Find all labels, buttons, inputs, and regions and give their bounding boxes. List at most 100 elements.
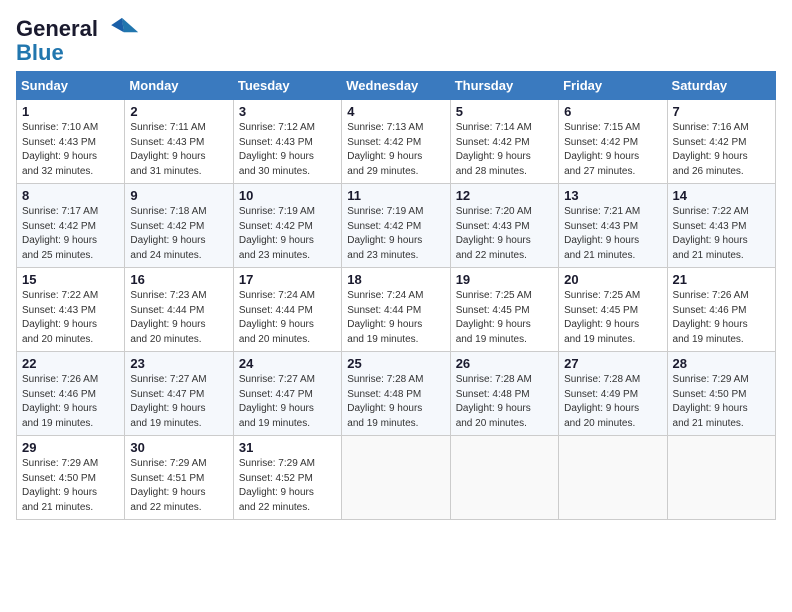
day-number: 10 <box>239 188 336 203</box>
calendar-table: SundayMondayTuesdayWednesdayThursdayFrid… <box>16 71 776 520</box>
calendar-cell: 13 Sunrise: 7:21 AM Sunset: 4:43 PM Dayli… <box>559 184 667 268</box>
day-info: Sunrise: 7:13 AM Sunset: 4:42 PM Dayligh… <box>347 121 444 179</box>
calendar-cell: 15Sunrise: 7:22 AM Sunset: 4:43 PM Dayli… <box>17 268 125 352</box>
week-row-1: 1Sunrise: 7:10 AM Sunset: 4:43 PM Daylig… <box>17 100 776 184</box>
day-number: 24 <box>239 356 336 371</box>
day-number: 12 <box>456 188 553 203</box>
day-number: 29 <box>22 440 119 455</box>
day-number: 13 <box>564 188 661 203</box>
calendar-cell <box>450 436 558 520</box>
day-info: Sunrise: 7:27 AM Sunset: 4:47 PM Dayligh… <box>239 373 336 431</box>
calendar-cell: 28 Sunrise: 7:29 AM Sunset: 4:50 PM Dayli… <box>667 352 775 436</box>
calendar-cell: 22 Sunrise: 7:26 AM Sunset: 4:46 PM Dayli… <box>17 352 125 436</box>
day-info: Sunrise: 7:20 AM Sunset: 4:43 PM Dayligh… <box>456 205 553 263</box>
day-info: Sunrise: 7:19 AM Sunset: 4:42 PM Dayligh… <box>347 205 444 263</box>
day-info: Sunrise: 7:24 AM Sunset: 4:44 PM Dayligh… <box>347 289 444 347</box>
day-info: Sunrise: 7:25 AM Sunset: 4:45 PM Dayligh… <box>564 289 661 347</box>
calendar-cell: 27 Sunrise: 7:28 AM Sunset: 4:49 PM Dayli… <box>559 352 667 436</box>
day-number: 14 <box>673 188 770 203</box>
day-info: Sunrise: 7:15 AM Sunset: 4:42 PM Dayligh… <box>564 121 661 179</box>
week-row-5: 29 Sunrise: 7:29 AM Sunset: 4:50 PM Dayli… <box>17 436 776 520</box>
calendar-cell: 21 Sunrise: 7:26 AM Sunset: 4:46 PM Dayli… <box>667 268 775 352</box>
day-info: Sunrise: 7:23 AM Sunset: 4:44 PM Dayligh… <box>130 289 227 347</box>
day-info: Sunrise: 7:24 AM Sunset: 4:44 PM Dayligh… <box>239 289 336 347</box>
day-info: Sunrise: 7:28 AM Sunset: 4:48 PM Dayligh… <box>347 373 444 431</box>
calendar-cell: 25 Sunrise: 7:28 AM Sunset: 4:48 PM Dayli… <box>342 352 450 436</box>
day-info: Sunrise: 7:12 AM Sunset: 4:43 PM Dayligh… <box>239 121 336 179</box>
day-info: Sunrise: 7:26 AM Sunset: 4:46 PM Dayligh… <box>673 289 770 347</box>
day-info: Sunrise: 7:11 AM Sunset: 4:43 PM Dayligh… <box>130 121 227 179</box>
day-number: 19 <box>456 272 553 287</box>
day-info: Sunrise: 7:19 AM Sunset: 4:42 PM Dayligh… <box>239 205 336 263</box>
logo: General Blue <box>16 16 140 65</box>
calendar-cell: 23Sunrise: 7:27 AM Sunset: 4:47 PM Dayli… <box>125 352 233 436</box>
logo-text: General <box>16 16 140 41</box>
day-info: Sunrise: 7:21 AM Sunset: 4:43 PM Dayligh… <box>564 205 661 263</box>
calendar-cell: 7Sunrise: 7:16 AM Sunset: 4:42 PM Daylig… <box>667 100 775 184</box>
calendar-cell: 26 Sunrise: 7:28 AM Sunset: 4:48 PM Dayli… <box>450 352 558 436</box>
day-info: Sunrise: 7:29 AM Sunset: 4:50 PM Dayligh… <box>673 373 770 431</box>
calendar-cell: 4 Sunrise: 7:13 AM Sunset: 4:42 PM Daylig… <box>342 100 450 184</box>
logo-general: General <box>16 16 98 41</box>
day-info: Sunrise: 7:25 AM Sunset: 4:45 PM Dayligh… <box>456 289 553 347</box>
page-header: General Blue <box>16 16 776 65</box>
calendar-cell: 17 Sunrise: 7:24 AM Sunset: 4:44 PM Dayli… <box>233 268 341 352</box>
day-number: 2 <box>130 104 227 119</box>
day-number: 26 <box>456 356 553 371</box>
day-number: 4 <box>347 104 444 119</box>
day-number: 18 <box>347 272 444 287</box>
calendar-cell <box>559 436 667 520</box>
calendar-cell: 8 Sunrise: 7:17 AM Sunset: 4:42 PM Daylig… <box>17 184 125 268</box>
day-number: 15 <box>22 272 119 287</box>
day-number: 16 <box>130 272 227 287</box>
day-number: 20 <box>564 272 661 287</box>
day-number: 5 <box>456 104 553 119</box>
day-info: Sunrise: 7:29 AM Sunset: 4:51 PM Dayligh… <box>130 457 227 515</box>
day-number: 8 <box>22 188 119 203</box>
day-number: 30 <box>130 440 227 455</box>
calendar-cell: 31Sunrise: 7:29 AM Sunset: 4:52 PM Dayli… <box>233 436 341 520</box>
day-info: Sunrise: 7:10 AM Sunset: 4:43 PM Dayligh… <box>22 121 119 179</box>
header-monday: Monday <box>125 72 233 100</box>
day-number: 28 <box>673 356 770 371</box>
day-number: 22 <box>22 356 119 371</box>
calendar-cell: 14 Sunrise: 7:22 AM Sunset: 4:43 PM Dayli… <box>667 184 775 268</box>
header-thursday: Thursday <box>450 72 558 100</box>
day-number: 9 <box>130 188 227 203</box>
day-info: Sunrise: 7:18 AM Sunset: 4:42 PM Dayligh… <box>130 205 227 263</box>
logo-blue: Blue <box>16 41 64 65</box>
day-info: Sunrise: 7:26 AM Sunset: 4:46 PM Dayligh… <box>22 373 119 431</box>
header-tuesday: Tuesday <box>233 72 341 100</box>
day-number: 25 <box>347 356 444 371</box>
week-row-3: 15Sunrise: 7:22 AM Sunset: 4:43 PM Dayli… <box>17 268 776 352</box>
calendar-cell <box>667 436 775 520</box>
day-number: 21 <box>673 272 770 287</box>
calendar-cell <box>342 436 450 520</box>
calendar-cell: 16 Sunrise: 7:23 AM Sunset: 4:44 PM Dayli… <box>125 268 233 352</box>
calendar-cell: 30 Sunrise: 7:29 AM Sunset: 4:51 PM Dayli… <box>125 436 233 520</box>
week-row-4: 22 Sunrise: 7:26 AM Sunset: 4:46 PM Dayli… <box>17 352 776 436</box>
day-number: 17 <box>239 272 336 287</box>
day-info: Sunrise: 7:29 AM Sunset: 4:52 PM Dayligh… <box>239 457 336 515</box>
calendar-cell: 9 Sunrise: 7:18 AM Sunset: 4:42 PM Daylig… <box>125 184 233 268</box>
calendar-cell: 18 Sunrise: 7:24 AM Sunset: 4:44 PM Dayli… <box>342 268 450 352</box>
day-info: Sunrise: 7:29 AM Sunset: 4:50 PM Dayligh… <box>22 457 119 515</box>
calendar-header-row: SundayMondayTuesdayWednesdayThursdayFrid… <box>17 72 776 100</box>
day-info: Sunrise: 7:14 AM Sunset: 4:42 PM Dayligh… <box>456 121 553 179</box>
calendar-cell: 1Sunrise: 7:10 AM Sunset: 4:43 PM Daylig… <box>17 100 125 184</box>
day-number: 27 <box>564 356 661 371</box>
calendar-cell: 19 Sunrise: 7:25 AM Sunset: 4:45 PM Dayli… <box>450 268 558 352</box>
calendar-cell: 12 Sunrise: 7:20 AM Sunset: 4:43 PM Dayli… <box>450 184 558 268</box>
calendar-body: 1Sunrise: 7:10 AM Sunset: 4:43 PM Daylig… <box>17 100 776 520</box>
day-info: Sunrise: 7:28 AM Sunset: 4:48 PM Dayligh… <box>456 373 553 431</box>
day-info: Sunrise: 7:22 AM Sunset: 4:43 PM Dayligh… <box>673 205 770 263</box>
day-number: 7 <box>673 104 770 119</box>
header-sunday: Sunday <box>17 72 125 100</box>
day-info: Sunrise: 7:28 AM Sunset: 4:49 PM Dayligh… <box>564 373 661 431</box>
calendar-cell: 29 Sunrise: 7:29 AM Sunset: 4:50 PM Dayli… <box>17 436 125 520</box>
calendar-cell: 5 Sunrise: 7:14 AM Sunset: 4:42 PM Daylig… <box>450 100 558 184</box>
calendar-cell: 24 Sunrise: 7:27 AM Sunset: 4:47 PM Dayli… <box>233 352 341 436</box>
header-wednesday: Wednesday <box>342 72 450 100</box>
day-info: Sunrise: 7:17 AM Sunset: 4:42 PM Dayligh… <box>22 205 119 263</box>
calendar-cell: 2 Sunrise: 7:11 AM Sunset: 4:43 PM Daylig… <box>125 100 233 184</box>
